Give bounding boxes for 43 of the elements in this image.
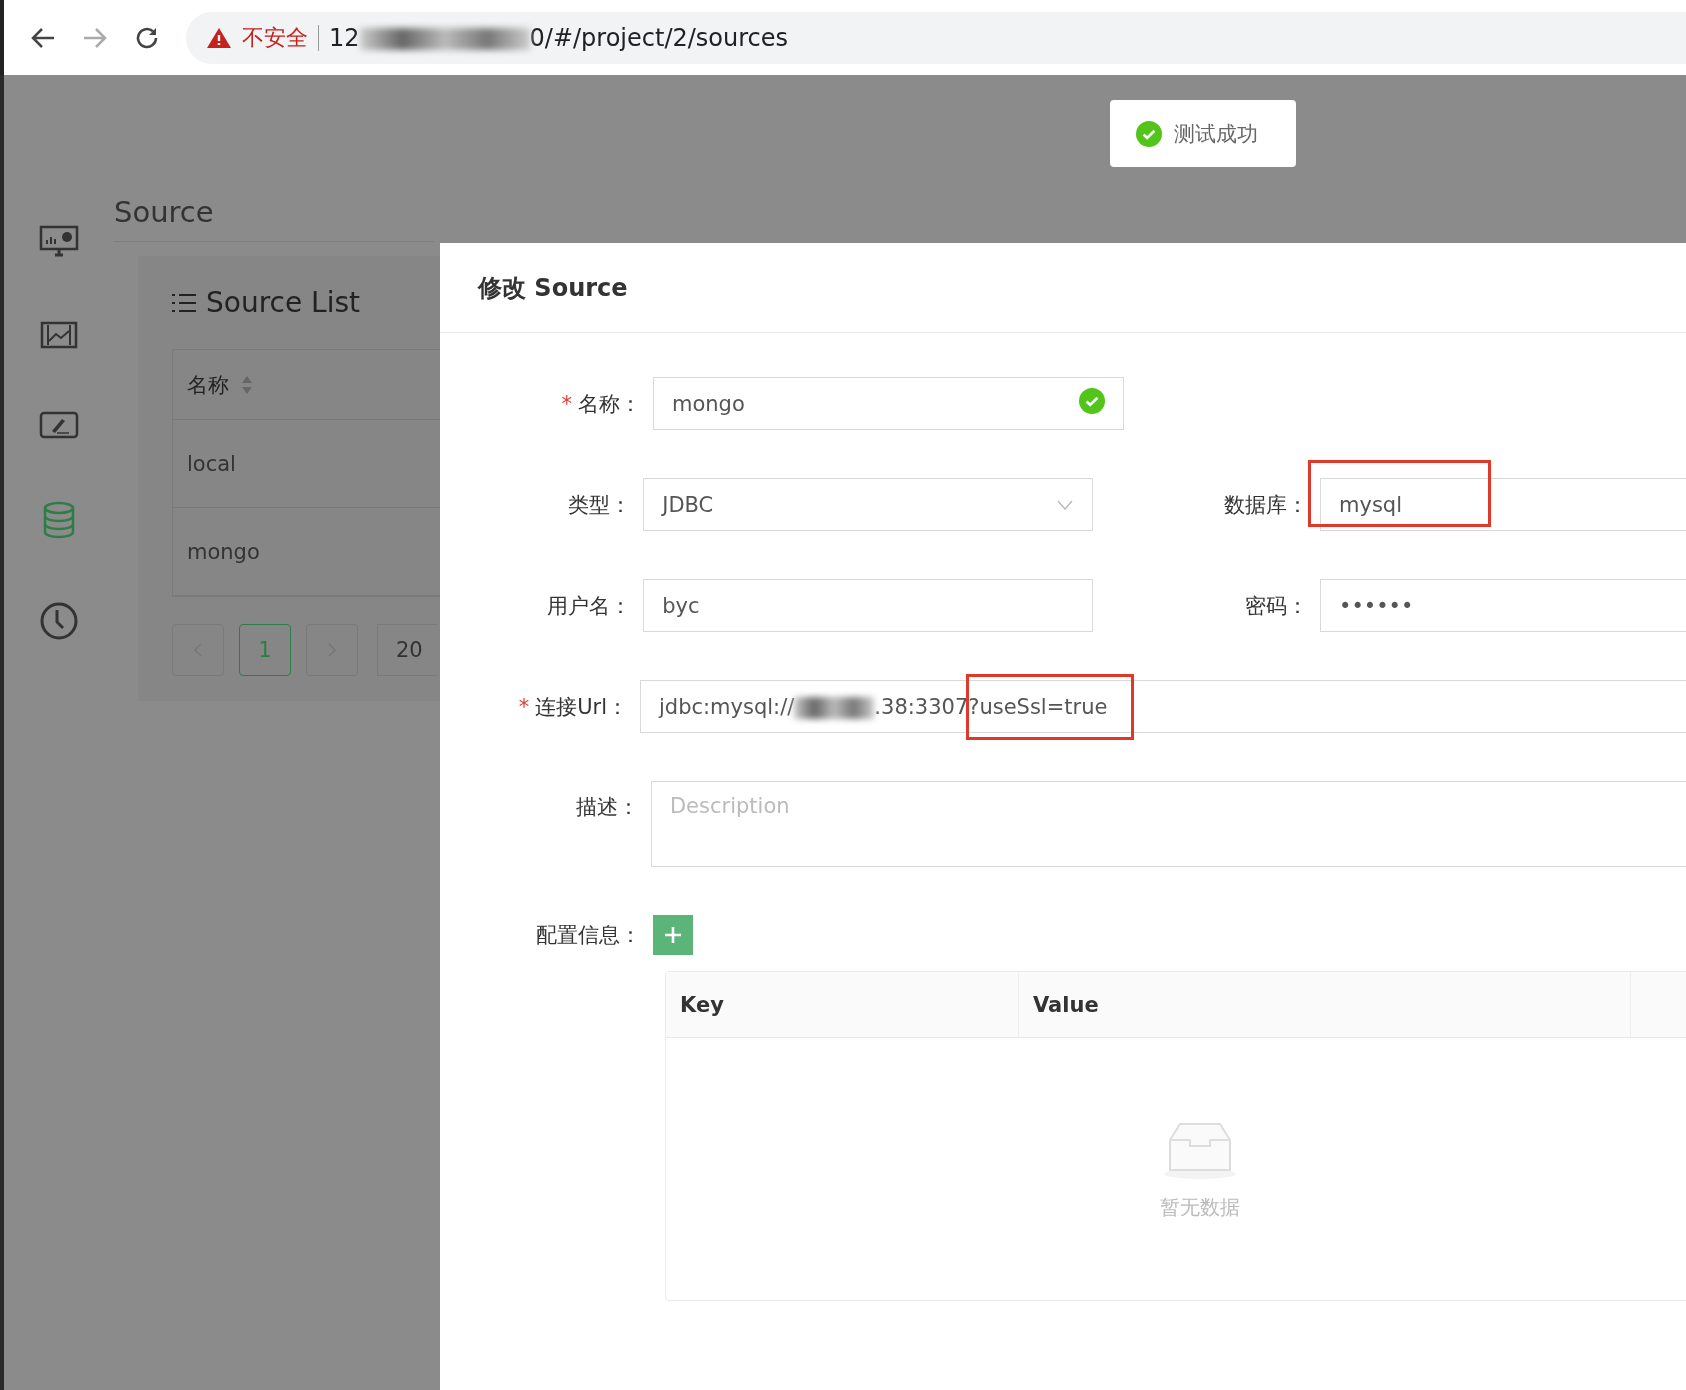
forward-icon (82, 25, 108, 50)
warning-icon (206, 26, 232, 49)
clock-icon (39, 601, 79, 641)
toast-text: 测试成功 (1174, 120, 1258, 148)
sort-icon (241, 374, 253, 395)
field-label: * 连接Url： (517, 693, 629, 721)
check-circle-icon (1079, 388, 1105, 414)
table-cell: local (187, 451, 236, 476)
plus-icon (664, 926, 682, 944)
field-label: 类型： (567, 491, 633, 519)
field-label: 配置信息： (535, 922, 642, 949)
text-field[interactable]: •••••• (1320, 579, 1686, 632)
field-label: 密码： (1244, 592, 1309, 620)
monitor-chart-icon (39, 225, 79, 259)
chevron-down-icon (1056, 498, 1075, 511)
check-circle-icon (1136, 120, 1162, 147)
back-icon (30, 25, 56, 50)
description-field[interactable]: Description (650, 781, 1686, 867)
text-field[interactable]: mongo (653, 377, 1124, 430)
add-button[interactable] (653, 915, 693, 955)
url-text: 12 0/#/project/2/sources (329, 23, 789, 52)
image-frame-icon (40, 321, 78, 349)
panel-title: Source List (206, 286, 360, 319)
text-field[interactable]: byc (643, 579, 1094, 632)
field-label: 描述： (574, 794, 640, 821)
dialog-title: 修改 Source (478, 272, 628, 304)
url-field[interactable]: jdbc:mysql:// .38:3307?useSsl=true (640, 680, 1686, 733)
column-header: Value (1033, 992, 1099, 1017)
security-warning: 不安全 (242, 23, 308, 52)
field-label: 数据库： (1223, 491, 1309, 519)
text-field[interactable]: mysql (1320, 478, 1686, 531)
table-cell: mongo (187, 539, 260, 564)
field-label: * 名称： (560, 390, 642, 418)
edit-pen-icon (39, 411, 79, 439)
database-icon (42, 501, 76, 539)
type-select[interactable]: JDBC (643, 478, 1094, 531)
address-bar[interactable]: 不安全 12 0/#/project/2/sources (186, 11, 1686, 64)
list-icon (172, 292, 196, 313)
column-header: Key (680, 992, 724, 1017)
field-label: 用户名： (546, 592, 633, 620)
empty-text: 暂无数据 (1160, 1193, 1240, 1221)
page-title: Source (114, 195, 434, 242)
column-header: 名称 (187, 371, 229, 399)
